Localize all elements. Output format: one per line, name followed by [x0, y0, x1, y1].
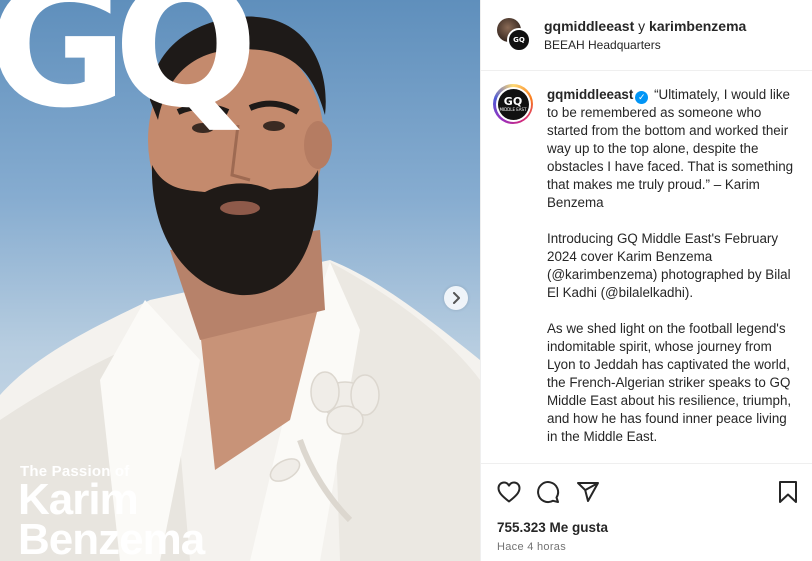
- author-link-primary[interactable]: gqmiddleeast: [544, 18, 634, 34]
- caption-paragraph-3: As we shed light on the football legend'…: [547, 321, 792, 444]
- next-image-button[interactable]: [444, 286, 468, 310]
- chevron-right-icon: [453, 292, 460, 304]
- post-side-panel: GQ gqmiddleeast y karimbenzema BEEAH Hea…: [480, 0, 812, 561]
- cover-name-line2: Benzema: [18, 515, 205, 561]
- post-header: GQ gqmiddleeast y karimbenzema BEEAH Hea…: [481, 0, 812, 71]
- caption-scroll-area[interactable]: GQ MIDDLE EAST gqmiddleeast ✓ “Ultimately…: [481, 72, 812, 462]
- post-actions: 755.323 Me gusta Hace 4 horas: [481, 463, 812, 561]
- cover-name: Karim Benzema: [18, 475, 205, 561]
- location-link[interactable]: BEEAH Headquarters: [544, 38, 661, 52]
- gq-logo: GQ MIDDLE EAST: [497, 88, 529, 120]
- caption-paragraph-2: Introducing GQ Middle East's February 20…: [547, 231, 791, 300]
- author-connector: y: [638, 18, 646, 34]
- collab-avatars[interactable]: GQ: [497, 18, 531, 52]
- post-caption: gqmiddleeast ✓ “Ultimately, I would like …: [547, 86, 797, 462]
- comment-icon: [537, 481, 560, 504]
- post-timestamp[interactable]: Hace 4 horas: [497, 541, 566, 553]
- comment-button[interactable]: [534, 478, 562, 506]
- gq-masthead: GQ: [0, 0, 258, 146]
- caption-paragraph-1: gqmiddleeast ✓ “Ultimately, I would like …: [547, 86, 797, 212]
- cover-name-line1: Karim: [18, 475, 139, 524]
- caption-username[interactable]: gqmiddleeast: [547, 87, 633, 102]
- save-button[interactable]: [774, 478, 802, 506]
- like-button[interactable]: [495, 478, 523, 506]
- caption-avatar[interactable]: GQ MIDDLE EAST: [493, 84, 533, 124]
- post-authors: gqmiddleeast y karimbenzema: [544, 18, 746, 34]
- like-count[interactable]: 755.323 Me gusta: [497, 520, 608, 535]
- caption-text-1: “Ultimately, I would like to be remember…: [547, 87, 794, 210]
- share-icon: [577, 482, 599, 502]
- author-link-secondary[interactable]: karimbenzema: [649, 18, 746, 34]
- post-image[interactable]: GQ The Passion of Karim Benzema: [0, 0, 480, 561]
- share-button[interactable]: [574, 478, 602, 506]
- bookmark-icon: [779, 481, 797, 503]
- avatar-gqmiddleeast: GQ: [507, 28, 531, 52]
- verified-badge-icon: ✓: [635, 91, 649, 104]
- heart-icon: [497, 481, 521, 503]
